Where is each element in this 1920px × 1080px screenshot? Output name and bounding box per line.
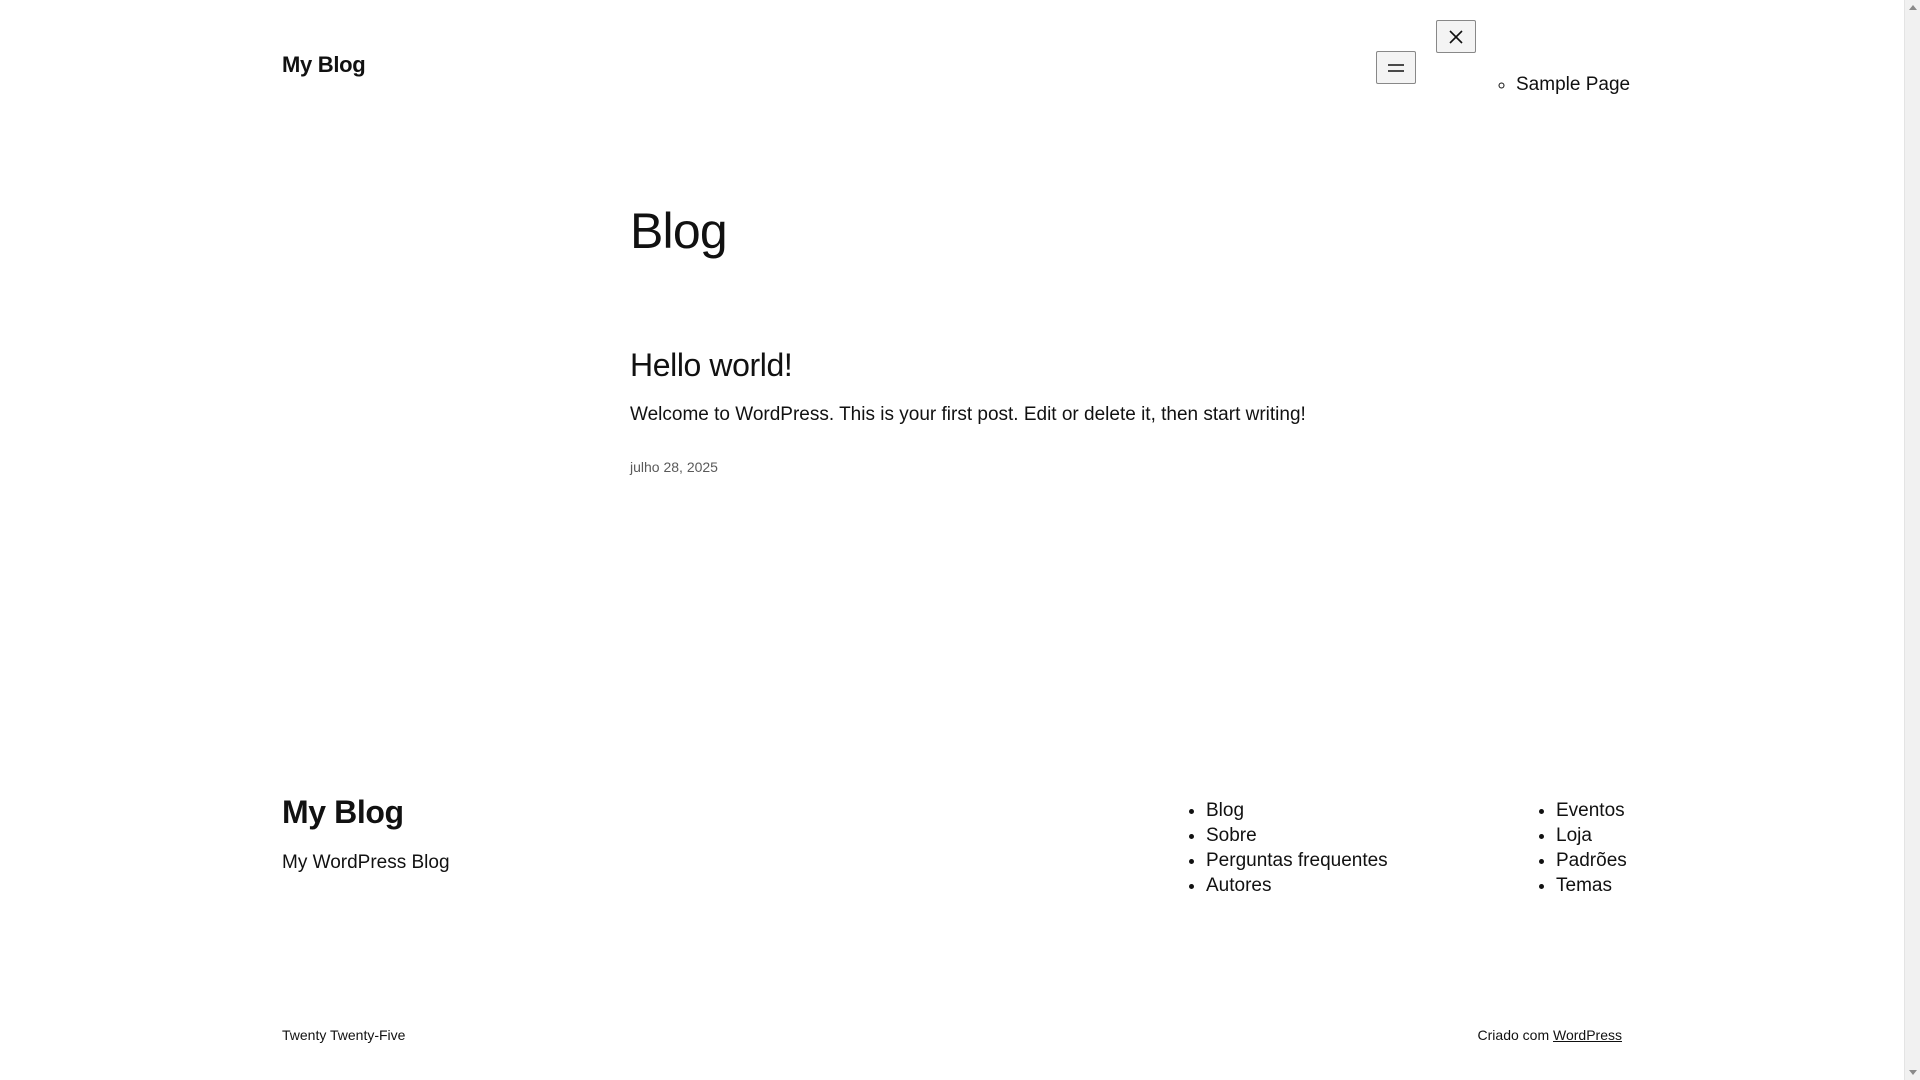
vertical-scrollbar[interactable] <box>1904 0 1920 1080</box>
page: My Blog Sample Page Blog Hello world! We… <box>0 0 1920 1080</box>
post-title-link[interactable]: Hello world! <box>630 347 793 384</box>
close-icon <box>1449 29 1463 44</box>
menu-open-button[interactable] <box>1376 51 1416 84</box>
header-navigation: Sample Page <box>1498 74 1630 96</box>
nav-link-sample-page[interactable]: Sample Page <box>1516 74 1630 95</box>
footer-nav-item[interactable]: Blog <box>1206 798 1388 823</box>
hamburger-icon <box>1388 63 1404 72</box>
page-title: Blog <box>630 203 728 259</box>
footer-nav-item[interactable]: Padrões <box>1556 848 1627 873</box>
footer-nav-item[interactable]: Autores <box>1206 873 1388 898</box>
footer-nav-item[interactable]: Eventos <box>1556 798 1627 823</box>
footer-nav-secondary: Eventos Loja Padrões Temas <box>1536 798 1627 898</box>
footer-nav-primary: Blog Sobre Perguntas frequentes Autores <box>1186 798 1388 898</box>
powered-by: Criado com WordPress <box>1478 1027 1622 1043</box>
footer-nav-item[interactable]: Loja <box>1556 823 1627 848</box>
footer-tagline: My WordPress Blog <box>282 852 450 873</box>
scroll-down-arrow-icon[interactable] <box>1909 1070 1917 1075</box>
post-excerpt: Welcome to WordPress. This is your first… <box>630 404 1306 425</box>
footer-nav-item[interactable]: Sobre <box>1206 823 1388 848</box>
wordpress-link[interactable]: WordPress <box>1553 1027 1622 1043</box>
scroll-up-arrow-icon[interactable] <box>1909 5 1917 10</box>
site-title-link[interactable]: My Blog <box>282 52 366 78</box>
menu-close-button[interactable] <box>1436 20 1476 53</box>
powered-by-prefix: Criado com <box>1477 1027 1550 1043</box>
theme-credit: Twenty Twenty-Five <box>282 1027 406 1043</box>
footer-site-title[interactable]: My Blog <box>282 794 404 831</box>
footer-nav-item[interactable]: Perguntas frequentes <box>1206 848 1388 873</box>
nav-item-sample-page[interactable]: Sample Page <box>1516 74 1630 96</box>
footer-nav-item[interactable]: Temas <box>1556 873 1627 898</box>
post-date[interactable]: julho 28, 2025 <box>630 459 718 475</box>
